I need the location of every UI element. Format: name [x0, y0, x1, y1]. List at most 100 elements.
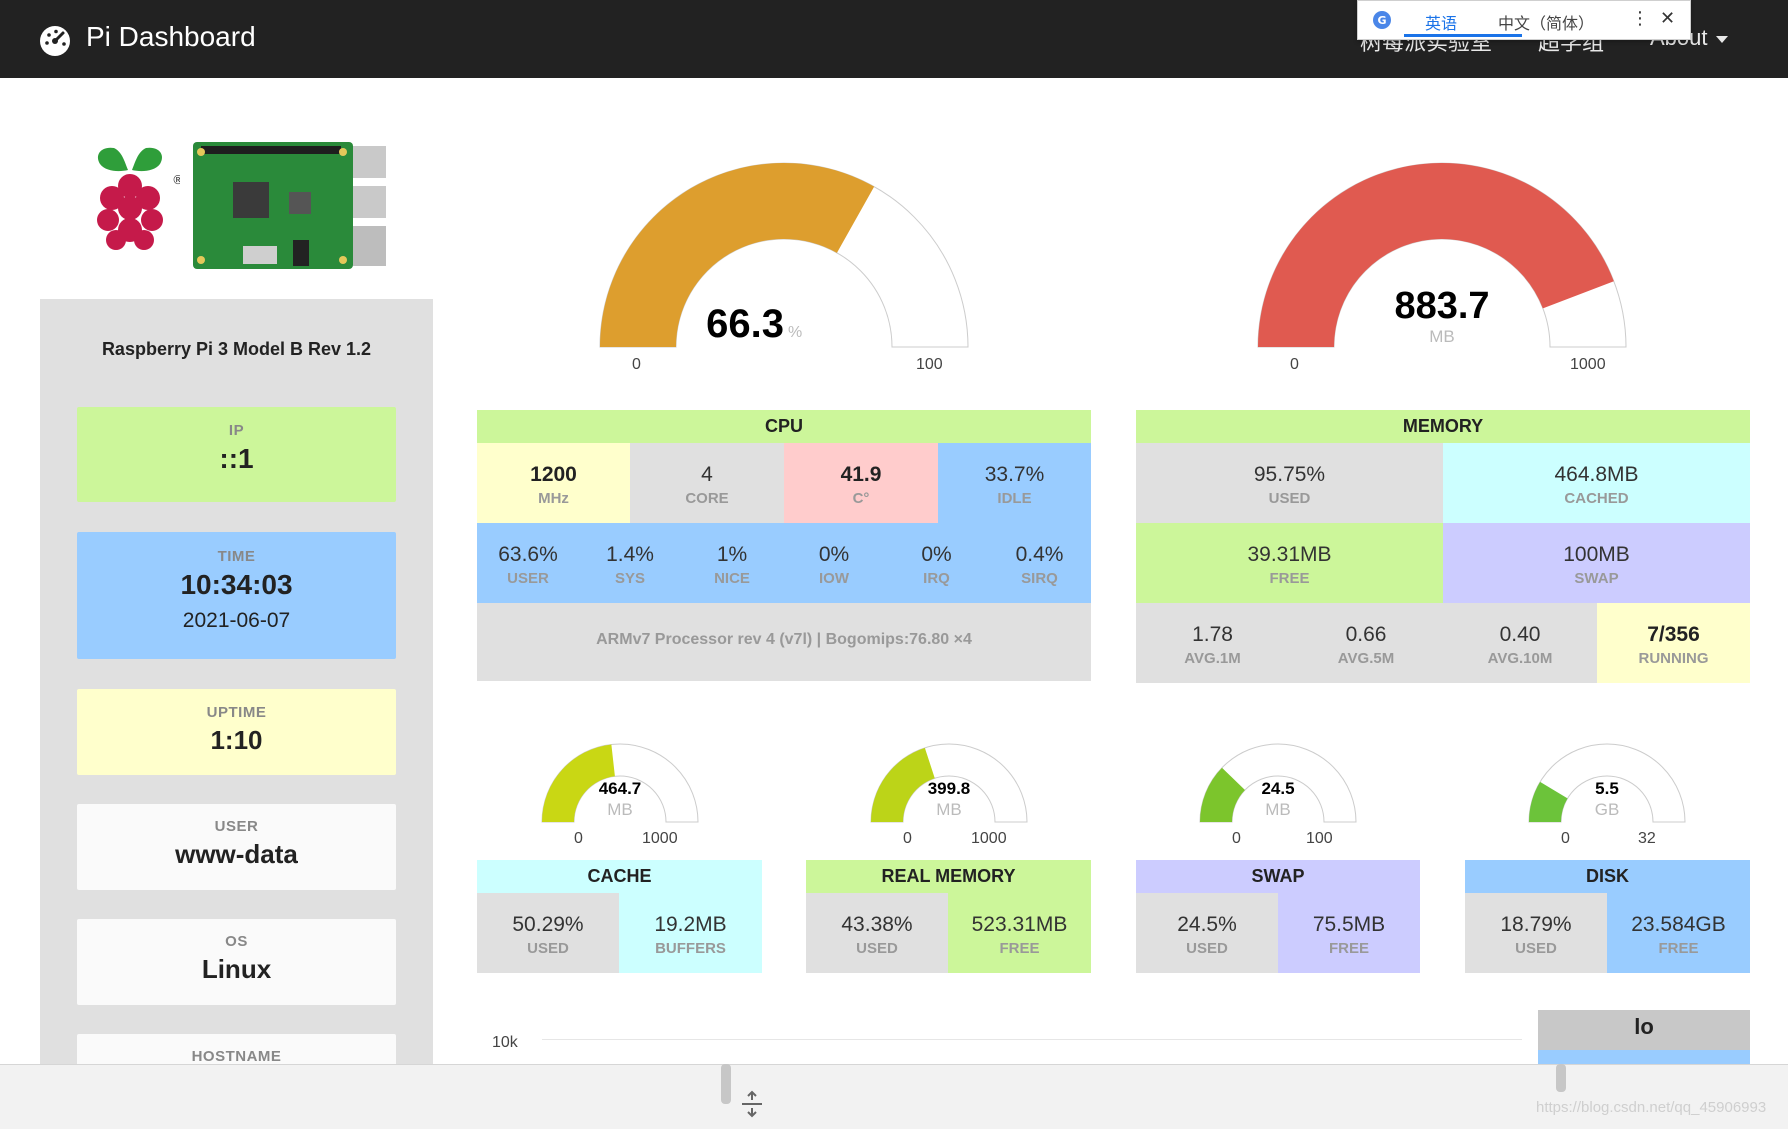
- cpu-sirq: 0.4%: [1015, 543, 1064, 566]
- cpu-temp: 41.9: [840, 463, 882, 486]
- disk-panel: DISK 18.79% USED 23.584GB FREE: [1465, 860, 1750, 973]
- translate-menu-icon[interactable]: ⋮: [1631, 8, 1649, 29]
- swap-free: 75.5MB: [1312, 913, 1386, 936]
- swap-used-cell: 24.5% USED: [1136, 893, 1278, 973]
- gauge-min: 0: [1561, 830, 1570, 847]
- caret-down-icon: [1715, 35, 1728, 43]
- gauge-value: 66.3: [706, 302, 784, 346]
- scrollbar-thumb-right[interactable]: [1556, 1064, 1566, 1092]
- gauge-max: 100: [1306, 830, 1333, 847]
- gauge-unit: GB: [1595, 800, 1620, 819]
- google-translate-icon[interactable]: G: [1372, 10, 1392, 30]
- cpu-temp-unit: C°: [852, 490, 870, 507]
- mem-swap: 100MB: [1563, 543, 1630, 566]
- disk-used: 18.79%: [1500, 913, 1572, 936]
- user-label: USER: [214, 818, 259, 835]
- process-running-label: RUNNING: [1638, 650, 1709, 667]
- bottom-overlay: [0, 1064, 1788, 1129]
- cpu-processor-text: ARMv7 Processor rev 4 (v7l) | Bogomips:7…: [596, 631, 972, 648]
- cpu-sirq-cell: 0.4% SIRQ: [988, 523, 1091, 587]
- gauge-unit: %: [788, 324, 802, 341]
- disk-used-label: USED: [1515, 940, 1557, 957]
- cache-panel: CACHE 50.29% USED 19.2MB BUFFERS: [477, 860, 762, 973]
- cpu-idle-cell: 33.7% IDLE: [938, 443, 1091, 523]
- real-memory-gauge: 399.8 MB 0 1000: [869, 740, 1029, 847]
- cpu-core-cell: 4 CORE: [630, 443, 784, 523]
- load-avg10-label: AVG.10M: [1487, 650, 1553, 667]
- cpu-gauge: 66.3 % 0 100: [598, 160, 970, 373]
- time-card: TIME 10:34:03 2021-06-07: [77, 532, 396, 659]
- cpu-sirq-label: SIRQ: [1021, 570, 1058, 587]
- translate-source-lang[interactable]: 英语: [1425, 10, 1457, 34]
- gauge-unit: MB: [1265, 800, 1291, 819]
- uptime-label: UPTIME: [206, 704, 267, 721]
- device-model: Raspberry Pi 3 Model B Rev 1.2: [101, 339, 372, 359]
- scrollbar-thumb[interactable]: [721, 1064, 731, 1104]
- cpu-nice-label: NICE: [714, 570, 750, 587]
- disk-gauge-svg: 5.5 GB: [1528, 743, 1686, 823]
- cpu-user-label: USER: [507, 570, 549, 587]
- cpu-irq-label: IRQ: [923, 570, 950, 587]
- user-card: USER www-data: [77, 804, 396, 890]
- disk-free-cell: 23.584GB FREE: [1607, 893, 1750, 973]
- translate-bar: G 英语 中文（简体） ⋮ ✕: [1357, 0, 1691, 40]
- cache-gauge-svg: 464.7 MB: [541, 743, 699, 823]
- swap-gauge-svg: 24.5 MB: [1199, 743, 1357, 823]
- cpu-freq-cell: 1200 MHz: [477, 443, 630, 523]
- date-value: 2021-06-07: [182, 609, 291, 632]
- gauge-min: 0: [632, 356, 641, 373]
- real-used-cell: 43.38% USED: [806, 893, 948, 973]
- cache-buffers: 19.2MB: [654, 913, 727, 936]
- mem-swap-cell: 100MB SWAP: [1443, 523, 1750, 603]
- cpu-panel: CPU 1200 MHz 4 CORE 41.9 C° 33.7% IDLE 6…: [477, 410, 1091, 681]
- real-used: 43.38%: [841, 913, 913, 936]
- disk-gauge: 5.5 GB 0 32: [1527, 740, 1687, 847]
- memory-panel: MEMORY 95.75% USED 464.8MB CACHED 39.31M…: [1136, 410, 1750, 683]
- load-avg1-cell: 1.78 AVG.1M: [1136, 603, 1289, 683]
- app-title[interactable]: Pi Dashboard: [86, 21, 256, 53]
- os-card: OS Linux: [77, 919, 396, 1005]
- network-interface-strip: [1538, 1050, 1750, 1064]
- user-value: www-data: [175, 839, 298, 869]
- gauge-value: 464.7: [599, 779, 642, 798]
- svg-text:®: ®: [172, 173, 180, 187]
- cpu-cores: 4: [701, 463, 713, 486]
- gauge-value: 5.5: [1595, 779, 1619, 798]
- gauge-min: 0: [1290, 356, 1299, 373]
- process-running-cell: 7/356 RUNNING: [1597, 603, 1750, 683]
- mem-used-cell: 95.75% USED: [1136, 443, 1443, 523]
- load-avg1: 1.78: [1192, 623, 1233, 646]
- expand-icon[interactable]: [740, 1090, 764, 1118]
- cpu-cores-label: CORE: [685, 490, 729, 507]
- translate-close-icon[interactable]: ✕: [1660, 8, 1675, 29]
- translate-target-lang[interactable]: 中文（简体）: [1498, 10, 1594, 34]
- gauge-min: 0: [574, 830, 583, 847]
- memory-gauge-svg: 883.7 MB: [1257, 162, 1627, 348]
- chart-gridline: [542, 1039, 1522, 1040]
- cpu-irq-cell: 0% IRQ: [885, 523, 988, 587]
- mem-used: 95.75%: [1253, 463, 1326, 486]
- mem-cached: 464.8MB: [1554, 463, 1639, 486]
- disk-free: 23.584GB: [1631, 913, 1726, 936]
- cache-title: CACHE: [477, 860, 762, 893]
- cpu-iow-label: IOW: [819, 570, 849, 587]
- network-interface-panel: lo: [1538, 1010, 1750, 1064]
- watermark-text: https://blog.csdn.net/qq_45906993: [1536, 1099, 1767, 1116]
- os-value: Linux: [201, 954, 272, 984]
- real-memory-gauge-svg: 399.8 MB: [870, 743, 1028, 823]
- swap-free-cell: 75.5MB FREE: [1278, 893, 1420, 973]
- cpu-freq: 1200: [530, 463, 577, 486]
- load-avg1-label: AVG.1M: [1184, 650, 1241, 667]
- cpu-gauge-svg: 66.3 %: [599, 162, 969, 348]
- mem-free-cell: 39.31MB FREE: [1136, 523, 1443, 603]
- mem-free: 39.31MB: [1247, 543, 1332, 566]
- swap-panel: SWAP 24.5% USED 75.5MB FREE: [1136, 860, 1420, 973]
- uptime-value: 1:10: [210, 725, 263, 755]
- gauge-value: 883.7: [1394, 285, 1489, 327]
- device-info-sidebar: Raspberry Pi 3 Model B Rev 1.2 IP ::1 TI…: [40, 299, 433, 1079]
- gauge-max: 32: [1638, 830, 1656, 847]
- gauge-unit: MB: [1429, 327, 1455, 346]
- swap-title: SWAP: [1136, 860, 1420, 893]
- swap-free-label: FREE: [1328, 940, 1369, 957]
- load-avg10-cell: 0.40 AVG.10M: [1443, 603, 1597, 683]
